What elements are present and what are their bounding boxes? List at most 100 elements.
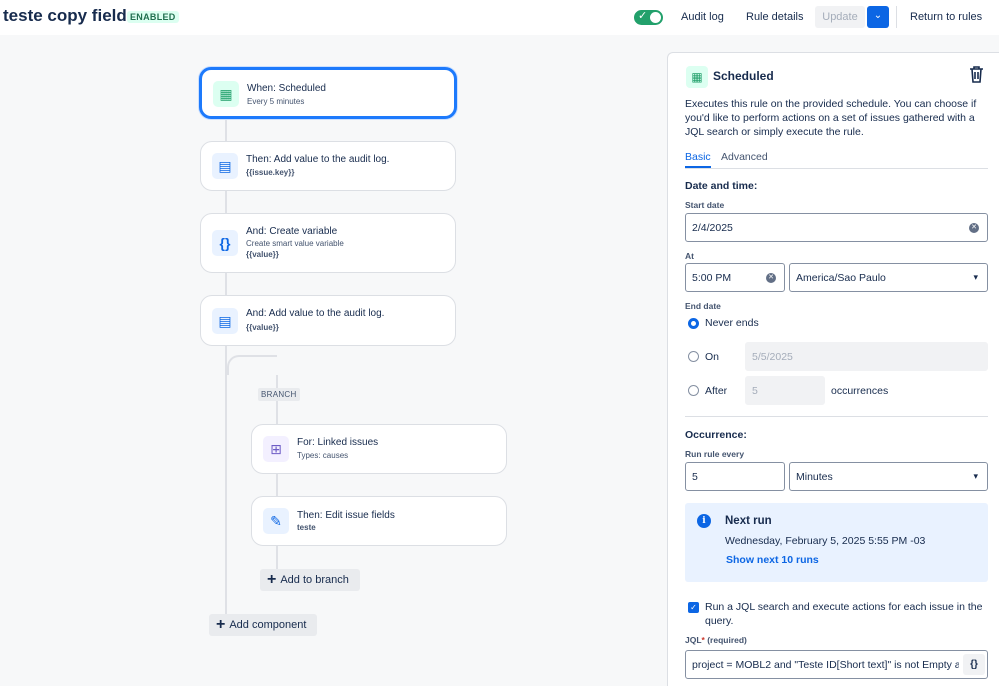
action-node-create-variable[interactable]: {} And: Create variable Create smart val…: [200, 213, 456, 273]
checkmark-icon: ✓: [690, 603, 697, 612]
add-component-label: Add component: [229, 619, 307, 631]
jql-label: JQL* (required): [685, 635, 747, 645]
show-next-runs-link[interactable]: Show next 10 runs: [726, 554, 819, 566]
node-value: teste: [297, 523, 316, 532]
braces-icon: {}: [212, 230, 238, 256]
end-after-count-field[interactable]: 5: [745, 376, 825, 405]
rule-title: teste copy field: [3, 6, 127, 25]
rule-details-button[interactable]: Rule details: [746, 11, 803, 23]
checkmark-icon: ✓: [638, 10, 648, 22]
node-value: {{issue.key}}: [246, 168, 295, 177]
calendar-icon: ▦: [686, 66, 708, 88]
panel-title: Scheduled: [713, 69, 774, 83]
required-text: (required): [707, 635, 747, 645]
node-title: Then: Edit issue fields: [297, 510, 395, 521]
plus-icon: +: [267, 571, 277, 588]
time-field[interactable]: 5:00 PM ✕: [685, 263, 785, 292]
clear-icon[interactable]: ✕: [766, 272, 776, 283]
tab-divider: [685, 168, 988, 169]
end-date-label: End date: [685, 301, 721, 311]
node-title: And: Add value to the audit log.: [246, 308, 385, 319]
timezone-select[interactable]: America/Sao Paulo ▾: [789, 263, 988, 292]
smart-value-braces-button[interactable]: {}: [963, 654, 985, 675]
toggle-knob: [650, 12, 661, 23]
trash-icon[interactable]: [969, 66, 984, 86]
update-button[interactable]: Update: [815, 6, 865, 28]
jql-value: project = MOBL2 and "Teste ID[Short text…: [692, 658, 959, 671]
end-after-label: After: [705, 385, 728, 397]
node-title: Then: Add value to the audit log.: [246, 154, 390, 165]
update-dropdown-button[interactable]: ⌄: [867, 6, 889, 28]
node-title: And: Create variable: [246, 226, 338, 237]
calendar-icon: ▦: [213, 81, 239, 107]
active-tab-indicator: [685, 166, 711, 168]
node-subtitle: Every 5 minutes: [247, 97, 305, 106]
start-date-field[interactable]: 2/4/2025 ✕: [685, 213, 988, 242]
next-run-date: Wednesday, February 5, 2025 5:55 PM -03: [725, 535, 926, 547]
add-to-branch-label: Add to branch: [280, 574, 349, 586]
chevron-down-icon: ▾: [973, 271, 978, 282]
date-time-heading: Date and time:: [685, 180, 758, 192]
connector: [276, 545, 278, 571]
end-on-date-field[interactable]: 5/5/2025: [745, 342, 988, 371]
header-divider: [896, 6, 897, 28]
hierarchy-icon: ⊞: [263, 436, 289, 462]
node-subtitle: Types: causes: [297, 451, 349, 460]
audit-log-button[interactable]: Audit log: [681, 11, 724, 23]
document-icon: ▤: [212, 308, 238, 334]
connector: [276, 473, 278, 497]
action-node-edit-issue-fields[interactable]: ✎ Then: Edit issue fields teste: [251, 496, 507, 546]
tab-basic[interactable]: Basic: [685, 151, 711, 163]
branch-node-linked-issues[interactable]: ⊞ For: Linked issues Types: causes: [251, 424, 507, 474]
run-every-unit: Minutes: [796, 470, 833, 483]
return-to-rules-button[interactable]: Return to rules: [910, 11, 982, 23]
chevron-down-icon: ▾: [973, 470, 978, 481]
end-on-date-value: 5/5/2025: [752, 350, 793, 363]
end-on-label: On: [705, 351, 720, 363]
end-after-radio[interactable]: [688, 385, 699, 396]
add-to-branch-button[interactable]: + Add to branch: [260, 569, 360, 591]
tab-advanced[interactable]: Advanced: [721, 151, 768, 163]
start-date-label: Start date: [685, 200, 725, 210]
never-ends-radio[interactable]: [688, 318, 699, 329]
clear-icon[interactable]: ✕: [969, 222, 979, 233]
jql-input[interactable]: project = MOBL2 and "Teste ID[Short text…: [685, 650, 988, 679]
end-on-radio[interactable]: [688, 351, 699, 362]
next-run-title: Next run: [725, 515, 772, 527]
action-node-audit-log[interactable]: ▤ And: Add value to the audit log. {{val…: [200, 295, 456, 346]
occurrence-heading: Occurrence:: [685, 429, 747, 441]
connector: [225, 190, 227, 214]
plus-icon: +: [216, 616, 226, 633]
rule-enabled-toggle[interactable]: ✓: [634, 10, 663, 25]
end-after-count-value: 5: [752, 384, 758, 397]
occurrences-label: occurrences: [831, 385, 889, 397]
node-title: When: Scheduled: [247, 83, 326, 94]
connector: [225, 272, 227, 296]
trigger-node-scheduled[interactable]: ▦ When: Scheduled Every 5 minutes: [199, 67, 457, 119]
run-every-label: Run rule every: [685, 449, 745, 459]
chevron-down-icon: ⌄: [873, 10, 883, 21]
document-icon: ▤: [212, 153, 238, 179]
connector: [225, 118, 227, 142]
jql-checkbox[interactable]: ✓: [688, 602, 699, 613]
action-node-audit-log[interactable]: ▤ Then: Add value to the audit log. {{is…: [200, 141, 456, 191]
required-mark: *: [701, 635, 705, 645]
pencil-icon: ✎: [263, 508, 289, 534]
run-every-value-field[interactable]: 5: [685, 462, 785, 491]
at-label: At: [685, 251, 694, 261]
info-icon: i: [697, 514, 711, 528]
node-value: {{value}}: [246, 323, 279, 332]
run-every-unit-select[interactable]: Minutes ▾: [789, 462, 988, 491]
add-component-button[interactable]: + Add component: [209, 614, 317, 636]
timezone-value: America/Sao Paulo: [796, 271, 886, 284]
branch-label: BRANCH: [258, 388, 300, 401]
section-divider: [685, 416, 988, 417]
time-value: 5:00 PM: [692, 271, 732, 284]
node-subtitle: Create smart value variable: [246, 239, 344, 248]
jql-checkbox-label: Run a JQL search and execute actions for…: [705, 601, 983, 627]
connector: [225, 345, 227, 615]
branch-connector: [227, 355, 277, 375]
run-every-value: 5: [692, 470, 698, 483]
panel-description: Executes this rule on the provided sched…: [685, 98, 977, 138]
status-badge: ENABLED: [127, 11, 179, 23]
